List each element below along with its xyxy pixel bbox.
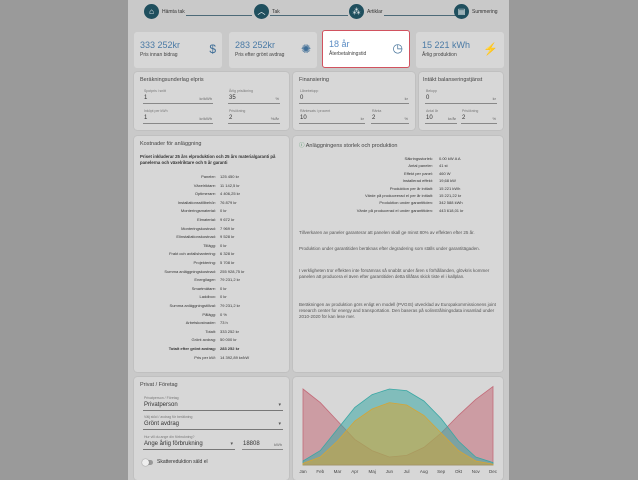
dim-overlay xyxy=(128,0,509,480)
summary-page: ⌂ Hämta tak ︿ Tak ⁂ Artiklar ▤ Summering… xyxy=(128,0,509,480)
